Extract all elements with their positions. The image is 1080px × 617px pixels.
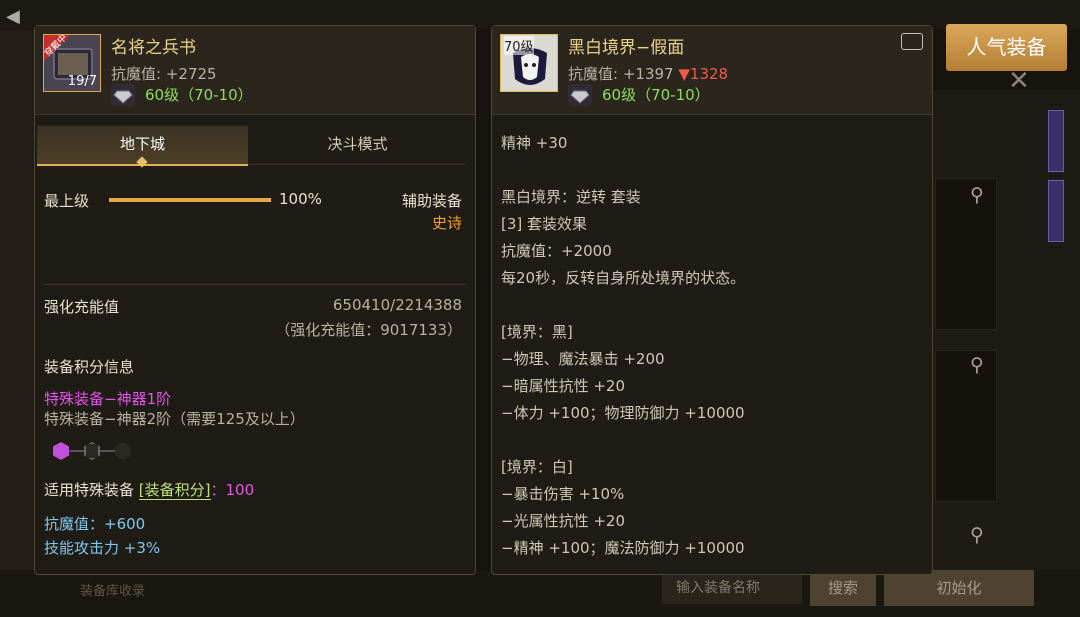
charge-total: （强化充能值：9017133） xyxy=(275,321,462,339)
score-info-title: 装备积分信息 xyxy=(44,358,135,376)
reset-button[interactable]: 初始化 xyxy=(884,570,1034,606)
description-line: 黑白境界：逆转 套装 xyxy=(501,188,641,206)
mode-tabs: 地下城 决斗模式 xyxy=(37,126,465,168)
magnify-icon[interactable]: ⚲ xyxy=(966,524,988,546)
rarity-epic: 史诗 xyxy=(431,214,462,232)
stat-line: 抗魔值: +1397 ▼1328 xyxy=(568,63,728,84)
description-line: −体力 +100；物理防御力 +10000 xyxy=(501,404,745,422)
level-range: 60级（70-10） xyxy=(602,86,710,104)
description-line: 精神 +30 xyxy=(501,134,568,152)
description-line: −物理、魔法暴击 +200 xyxy=(501,350,665,368)
mask-item-icon: 70级 xyxy=(500,34,558,92)
empty-hex-icon xyxy=(115,442,131,460)
empty-hex-icon xyxy=(84,442,100,460)
charge-value: 650410/2214388 xyxy=(332,296,462,314)
side-equipment-thumb[interactable] xyxy=(1048,110,1064,172)
popular-equipment-button[interactable]: 人气装备 xyxy=(946,24,1067,71)
item-name: 黑白境界−假面 xyxy=(568,38,685,58)
divider xyxy=(43,284,467,285)
left-item-tooltip: 穿戴中 19/7 名将之兵书 抗魔值: +2725 60级（70-10） 地下城… xyxy=(34,25,476,575)
stat-line: 抗魔值: +2725 xyxy=(111,63,217,84)
progress-percent: 100% xyxy=(279,190,322,208)
bonus-magic-resist: 抗魔值：+600 xyxy=(44,515,146,533)
progress-bar xyxy=(109,198,271,202)
bonus-skill-attack: 技能攻击力 +3% xyxy=(44,539,161,557)
progress-bar-fill xyxy=(109,198,271,202)
description-line: [境界：白] xyxy=(501,458,573,476)
charge-label: 强化充能值 xyxy=(44,298,120,316)
right-item-tooltip: 70级 黑白境界−假面 抗魔值: +1397 ▼1328 60级（70-10） … xyxy=(491,25,933,575)
stat-diff-down: ▼1328 xyxy=(678,65,729,83)
book-item-icon: 穿戴中 19/7 xyxy=(43,34,101,92)
left-item-header: 穿戴中 19/7 名将之兵书 抗魔值: +2725 60级（70-10） xyxy=(35,26,475,115)
left-sidebar xyxy=(0,30,36,617)
progress-label: 最上级 xyxy=(44,192,90,210)
score-value: ：100 xyxy=(210,481,255,499)
stat-label: 抗魔值 xyxy=(568,65,614,83)
score-line: 适用特殊装备 [装备积分]：100 xyxy=(44,479,254,500)
description-line: −暗属性抗性 +20 xyxy=(501,377,625,395)
tab-duel[interactable]: 决斗模式 xyxy=(252,126,463,164)
stat-value: : +1397 xyxy=(613,65,674,83)
level-range: 60级（70-10） xyxy=(145,86,253,104)
side-equipment-thumb[interactable] xyxy=(1048,180,1064,242)
description-line: 抗魔值：+2000 xyxy=(501,242,612,260)
magnify-icon[interactable]: ⚲ xyxy=(966,354,988,376)
special-tier-1: 特殊装备−神器1阶 xyxy=(44,390,172,408)
bottom-hint: 装备库收录 xyxy=(80,584,146,599)
description-line: 每20秒，反转自身所处境界的状态。 xyxy=(501,269,746,287)
description-line: −光属性抗性 +20 xyxy=(501,512,625,530)
gem-icon xyxy=(568,84,592,106)
share-link-icon[interactable] xyxy=(901,33,923,50)
score-line-prefix: 适用特殊装备 xyxy=(44,481,135,499)
search-input[interactable]: 输入装备名称 xyxy=(662,572,802,604)
search-button[interactable]: 搜索 xyxy=(810,570,876,606)
icon-count-label: 19/7 xyxy=(67,74,97,89)
description-line: −精神 +100；魔法防御力 +10000 xyxy=(501,539,745,557)
gem-icon xyxy=(111,84,135,106)
filled-hex-icon xyxy=(53,442,69,460)
description-line: [3] 套装效果 xyxy=(501,215,588,233)
special-tier-2: 特殊装备−神器2阶（需要125及以上） xyxy=(44,410,305,428)
stat-value: : +2725 xyxy=(156,65,217,83)
level-badge: 70级 xyxy=(504,36,534,55)
stat-label: 抗魔值 xyxy=(111,65,157,83)
right-item-header: 70级 黑白境界−假面 抗魔值: +1397 ▼1328 60级（70-10） xyxy=(492,26,932,115)
aux-equipment-label: 辅助装备 xyxy=(401,192,462,210)
description-line: −暴击伤害 +10% xyxy=(501,485,625,503)
magnify-icon[interactable]: ⚲ xyxy=(966,184,988,206)
score-tag: [装备积分] xyxy=(138,481,211,500)
item-name: 名将之兵书 xyxy=(111,38,196,58)
back-arrow-icon[interactable]: ◀ xyxy=(6,6,20,27)
description-line: [境界：黑] xyxy=(501,323,573,341)
